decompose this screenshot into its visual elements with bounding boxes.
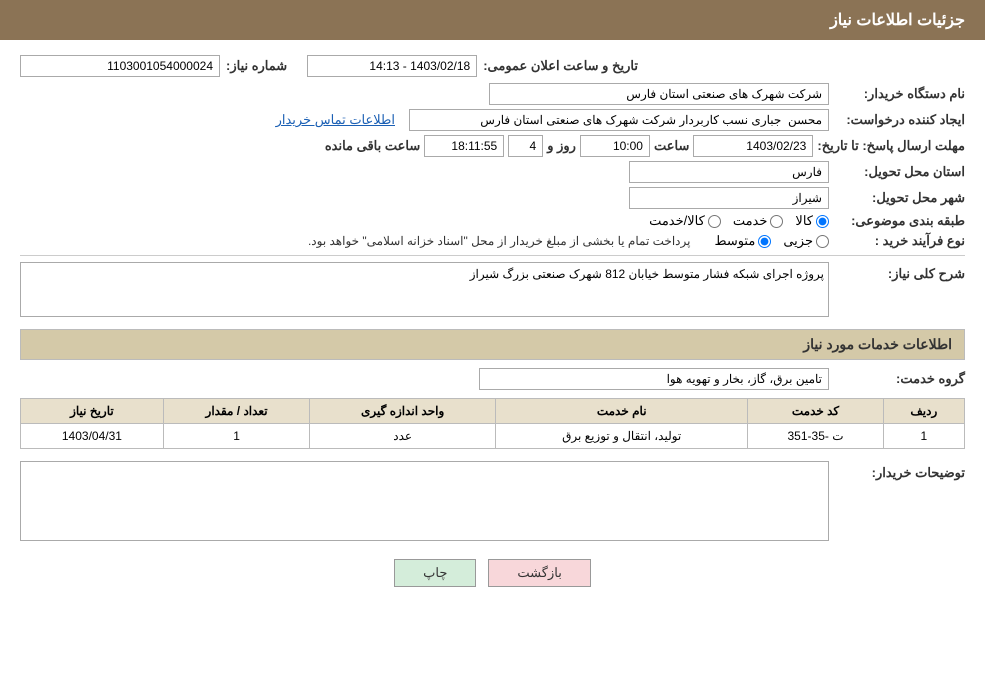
deadline-label: مهلت ارسال پاسخ: تا تاریخ: [817,138,965,154]
creator-input[interactable] [409,109,829,131]
deadline-time[interactable] [580,135,650,157]
category-radio-group: کالا خدمت کالا/خدمت [649,213,829,229]
category-label: طبقه بندی موضوعی: [835,213,965,229]
need-desc-label: شرح کلی نیاز: [835,262,965,282]
need-number-input[interactable] [20,55,220,77]
province-input[interactable] [629,161,829,183]
action-buttons: بازگشت چاپ [20,559,965,587]
proc-note: پرداخت تمام یا بخشی از مبلغ خریدار از مح… [308,234,691,248]
buyer-desc-textarea[interactable] [20,461,829,541]
col-qty: تعداد / مقدار [163,399,309,424]
service-group-input[interactable] [479,368,829,390]
cell-qty: 1 [163,424,309,449]
col-unit: واحد اندازه گیری [310,399,496,424]
deadline-remaining[interactable] [424,135,504,157]
city-label: شهر محل تحویل: [835,190,965,206]
announce-label: تاریخ و ساعت اعلان عمومی: [483,58,638,74]
need-desc-textarea[interactable] [20,262,829,317]
category-kala-label: کالا [795,213,813,229]
page-header: جزئیات اطلاعات نیاز [0,0,985,40]
buyer-desc-label: توضیحات خریدار: [835,461,965,481]
proc-type-label: نوع فرآیند خرید : [835,233,965,249]
need-number-label: شماره نیاز: [226,58,287,74]
deadline-date[interactable] [693,135,813,157]
proc-jozee-radio[interactable] [816,235,829,248]
category-kala-radio[interactable] [816,215,829,228]
proc-type-radio-group: جزیی متوسط [714,233,829,249]
col-date: تاریخ نیاز [21,399,164,424]
city-input[interactable] [629,187,829,209]
proc-motavaset-radio[interactable] [758,235,771,248]
services-section-title: اطلاعات خدمات مورد نیاز [20,329,965,360]
announce-value[interactable] [307,55,477,77]
col-row: ردیف [883,399,964,424]
cell-code: ت -35-351 [748,424,883,449]
deadline-days[interactable] [508,135,543,157]
print-button[interactable]: چاپ [394,559,476,587]
buyer-org-input[interactable] [489,83,829,105]
cell-row: 1 [883,424,964,449]
creator-label: ایجاد کننده درخواست: [835,112,965,128]
category-khedmat-label: خدمت [733,213,768,229]
category-khedmat-radio[interactable] [770,215,783,228]
buyer-org-label: نام دستگاه خریدار: [835,86,965,102]
col-name: نام خدمت [496,399,748,424]
deadline-day-label: روز و [547,138,576,154]
proc-jozee-label: جزیی [783,233,813,249]
table-row: 1 ت -35-351 تولید، انتقال و توزیع برق عد… [21,424,965,449]
deadline-remaining-label: ساعت باقی مانده [325,138,420,154]
cell-name: تولید، انتقال و توزیع برق [496,424,748,449]
cell-date: 1403/04/31 [21,424,164,449]
proc-motavaset-label: متوسط [714,233,755,249]
col-code: کد خدمت [748,399,883,424]
deadline-time-label: ساعت [654,138,689,154]
category-kala-khedmat-label: کالا/خدمت [649,213,705,229]
page-title: جزئیات اطلاعات نیاز [830,12,965,29]
back-button[interactable]: بازگشت [488,559,590,587]
service-group-label: گروه خدمت: [835,371,965,387]
contact-link[interactable]: اطلاعات تماس خریدار [276,112,395,128]
province-label: استان محل تحویل: [835,164,965,180]
category-kala-khedmat-radio[interactable] [708,215,721,228]
services-table: ردیف کد خدمت نام خدمت واحد اندازه گیری ت… [20,398,965,449]
cell-unit: عدد [310,424,496,449]
